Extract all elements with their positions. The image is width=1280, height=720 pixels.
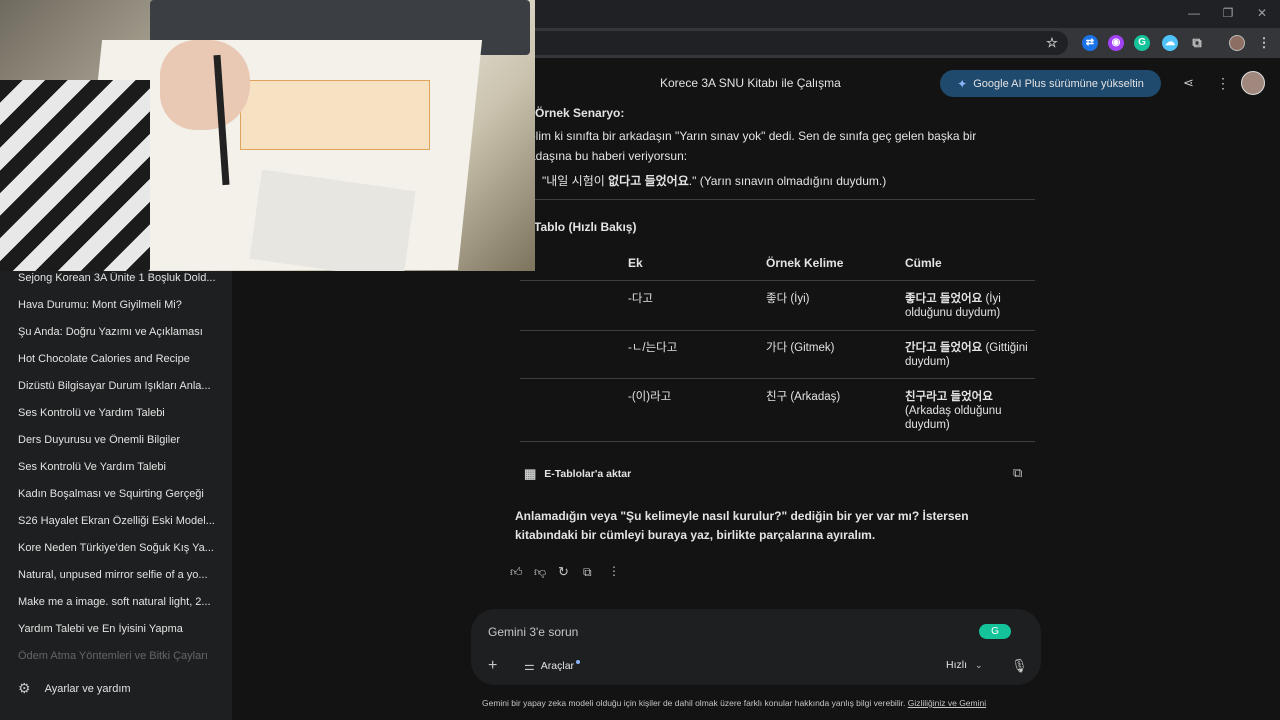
sidebar-item[interactable]: Kadın Boşalması ve Squirting Gerçeği <box>18 488 218 500</box>
cumle-bold: 간다고 들었어요 <box>905 342 983 354</box>
ext-profile-icon[interactable]: ◉ <box>1108 35 1124 51</box>
settings-help-button[interactable]: ⚙ Ayarlar ve yardım <box>18 680 131 697</box>
example-quote: "내일 시험이 없다고 들었어요." (Yarın sınavın olmadı… <box>542 172 886 189</box>
mode-selector[interactable]: Hızlı ⌄ <box>946 659 983 671</box>
table-heading: et Tablo (Hızlı Bakış) <box>520 220 637 234</box>
scenario-line: elim ki sınıfta bir arkadaşın "Yarın sın… <box>529 129 977 143</box>
export-label: E-Tablolar'a aktar <box>544 468 632 480</box>
sparkle-icon: ✦ <box>957 76 968 91</box>
divider <box>520 199 1035 200</box>
tools-icon: ⚌ <box>524 659 535 673</box>
gear-icon: ⚙ <box>18 680 31 696</box>
more-options-icon[interactable]: ⋮ <box>1216 75 1230 92</box>
avatar[interactable] <box>1241 71 1265 95</box>
table-divider <box>520 280 1035 281</box>
quote-suffix: ." (Yarın sınavın olmadığını duydum.) <box>688 174 887 188</box>
disclaimer-text: Gemini bir yapay zeka modeli olduğu için… <box>482 698 906 708</box>
chevron-down-icon: ⌄ <box>975 659 983 670</box>
sidebar-item[interactable]: Yardım Talebi ve En İyisini Yapma <box>18 623 218 635</box>
prompt-input[interactable]: Gemini 3'e sorun <box>488 625 578 639</box>
kebab-menu-icon[interactable]: ⋮ <box>1256 35 1272 51</box>
scenario-heading: Örnek Senaryo: <box>535 106 625 120</box>
sidebar-item[interactable]: Ses Kontrolü ve Yardım Talebi <box>18 407 218 419</box>
striped-sleeve <box>0 80 150 271</box>
table-header-ek: Ek <box>628 256 643 270</box>
sidebar-item[interactable]: Ödem Atma Yöntemleri ve Bitki Çayları <box>18 650 218 662</box>
closing-line: kitabındaki bir cümleyi buraya yaz, birl… <box>515 528 876 542</box>
thumbs-up-icon[interactable]: 👍︎ <box>510 565 523 580</box>
upgrade-label: Google AI Plus sürümüne yükseltin <box>973 77 1144 90</box>
microphone-icon[interactable]: 🎙︎ <box>1011 658 1028 674</box>
table-cell-kelime: 친구 (Arkadaş) <box>766 391 841 403</box>
cumle-bold: 좋다고 들었어요 <box>905 293 983 305</box>
table-header-cumle: Cümle <box>905 256 942 270</box>
table-cell-cumle: 간다고 들었어요 (Gittiğini duydum) <box>905 341 1030 369</box>
puzzle-icon[interactable]: ⧉ <box>1189 35 1205 51</box>
table-cell-ek: -다고 <box>628 293 653 305</box>
settings-label: Ayarlar ve yardım <box>44 682 131 695</box>
copy-table-icon[interactable]: ⧉ <box>1013 465 1022 481</box>
table-cell-ek: -ㄴ/는다고 <box>628 342 678 354</box>
table-icon: ▦ <box>524 466 537 481</box>
quote-prefix: "내일 시험이 <box>542 174 609 188</box>
address-field[interactable] <box>520 31 1068 55</box>
table-cell-cumle: 친구라고 들었어요 (Arkadaş olduğunu duydum) <box>905 390 1030 432</box>
ext-translate-icon[interactable]: ⇄ <box>1082 35 1098 51</box>
quote-bold: 없다고 들었어요 <box>608 174 689 188</box>
disclaimer: Gemini bir yapay zeka modeli olduğu için… <box>482 698 986 708</box>
restore-button[interactable]: ❐ <box>1218 4 1238 22</box>
sidebar-item[interactable]: Kore Neden Türkiye'den Soğuk Kış Ya... <box>18 542 218 554</box>
grammarly-icon[interactable]: G <box>979 624 1011 639</box>
regenerate-icon[interactable]: ↻ <box>558 564 569 580</box>
thumbs-down-icon[interactable]: 👎︎ <box>534 565 546 580</box>
table-cell-kelime: 좋다 (İyi) <box>766 293 810 305</box>
sidebar-item[interactable]: Ders Duyurusu ve Önemli Bilgiler <box>18 434 218 446</box>
tools-button[interactable]: ⚌ Araçlar <box>524 659 581 673</box>
avatar[interactable] <box>1229 35 1245 51</box>
sidebar-item[interactable]: Natural, unpused mirror selfie of a yo..… <box>18 569 218 581</box>
page-title: Korece 3A SNU Kitabı ile Çalışma <box>660 76 841 90</box>
close-window-button[interactable]: ✕ <box>1252 4 1272 22</box>
minimize-button[interactable]: — <box>1184 4 1204 22</box>
sidebar-item[interactable]: Şu Anda: Doğru Yazımı ve Açıklaması <box>18 326 218 338</box>
sidebar-item[interactable]: Hava Durumu: Mont Giyilmeli Mi? <box>18 299 218 311</box>
sidebar-item[interactable]: Hot Chocolate Calories and Recipe <box>18 353 218 365</box>
sidebar-item[interactable]: Ses Kontrolü Ve Yardım Talebi <box>18 461 218 473</box>
scenario-line: adaşına bu haberi veriyorsun: <box>529 149 688 163</box>
export-sheets-button[interactable]: ▦ E-Tablolar'a aktar <box>524 466 631 482</box>
table-header-kelime: Örnek Kelime <box>766 256 844 270</box>
upgrade-button[interactable]: ✦ Google AI Plus sürümüne yükseltin <box>940 70 1161 97</box>
add-icon[interactable]: + <box>488 657 497 675</box>
table-divider <box>520 378 1035 379</box>
cumle-bold: 친구라고 들었어요 <box>905 391 993 403</box>
sidebar-item[interactable]: Dizüstü Bilgisayar Durum Işıkları Anla..… <box>18 380 218 392</box>
grammarly-icon[interactable]: G <box>1134 35 1150 51</box>
privacy-link[interactable]: Gizliliğiniz ve Gemini <box>908 698 986 708</box>
sidebar-item[interactable]: Sejong Korean 3A Ünite 1 Boşluk Dold... <box>18 272 218 284</box>
more-actions-icon[interactable]: ⋮ <box>608 564 620 578</box>
bookmark-star-icon[interactable]: ☆ <box>1044 35 1060 51</box>
new-dot-indicator <box>576 660 581 664</box>
copy-icon[interactable]: ⧉ <box>583 565 592 580</box>
table-divider <box>520 330 1035 331</box>
picture-in-picture-video[interactable] <box>0 0 535 271</box>
prompt-composer[interactable] <box>471 609 1041 685</box>
cumle-rest: (Arkadaş olduğunu duydum) <box>905 405 1002 431</box>
hand-shape <box>160 40 250 130</box>
closing-line: Anlamadığın veya "Şu kelimeyle nasıl kur… <box>515 509 969 523</box>
mode-label: Hızlı <box>946 659 967 671</box>
textbook-illustration <box>240 80 430 150</box>
tools-label: Araçlar <box>540 660 575 672</box>
table-cell-ek: -(이)라고 <box>628 391 672 403</box>
table-cell-kelime: 가다 (Gitmek) <box>766 342 835 354</box>
table-divider <box>520 441 1035 442</box>
sidebar-item[interactable]: Make me a image. soft natural light, 2..… <box>18 596 218 608</box>
table-cell-cumle: 좋다고 들었어요 (İyi olduğunu duydum) <box>905 292 1030 320</box>
share-icon[interactable]: ⋖ <box>1183 75 1194 91</box>
ext-cloud-icon[interactable]: ☁ <box>1162 35 1178 51</box>
sidebar-item[interactable]: S26 Hayalet Ekran Özelliği Eski Model... <box>18 515 218 527</box>
